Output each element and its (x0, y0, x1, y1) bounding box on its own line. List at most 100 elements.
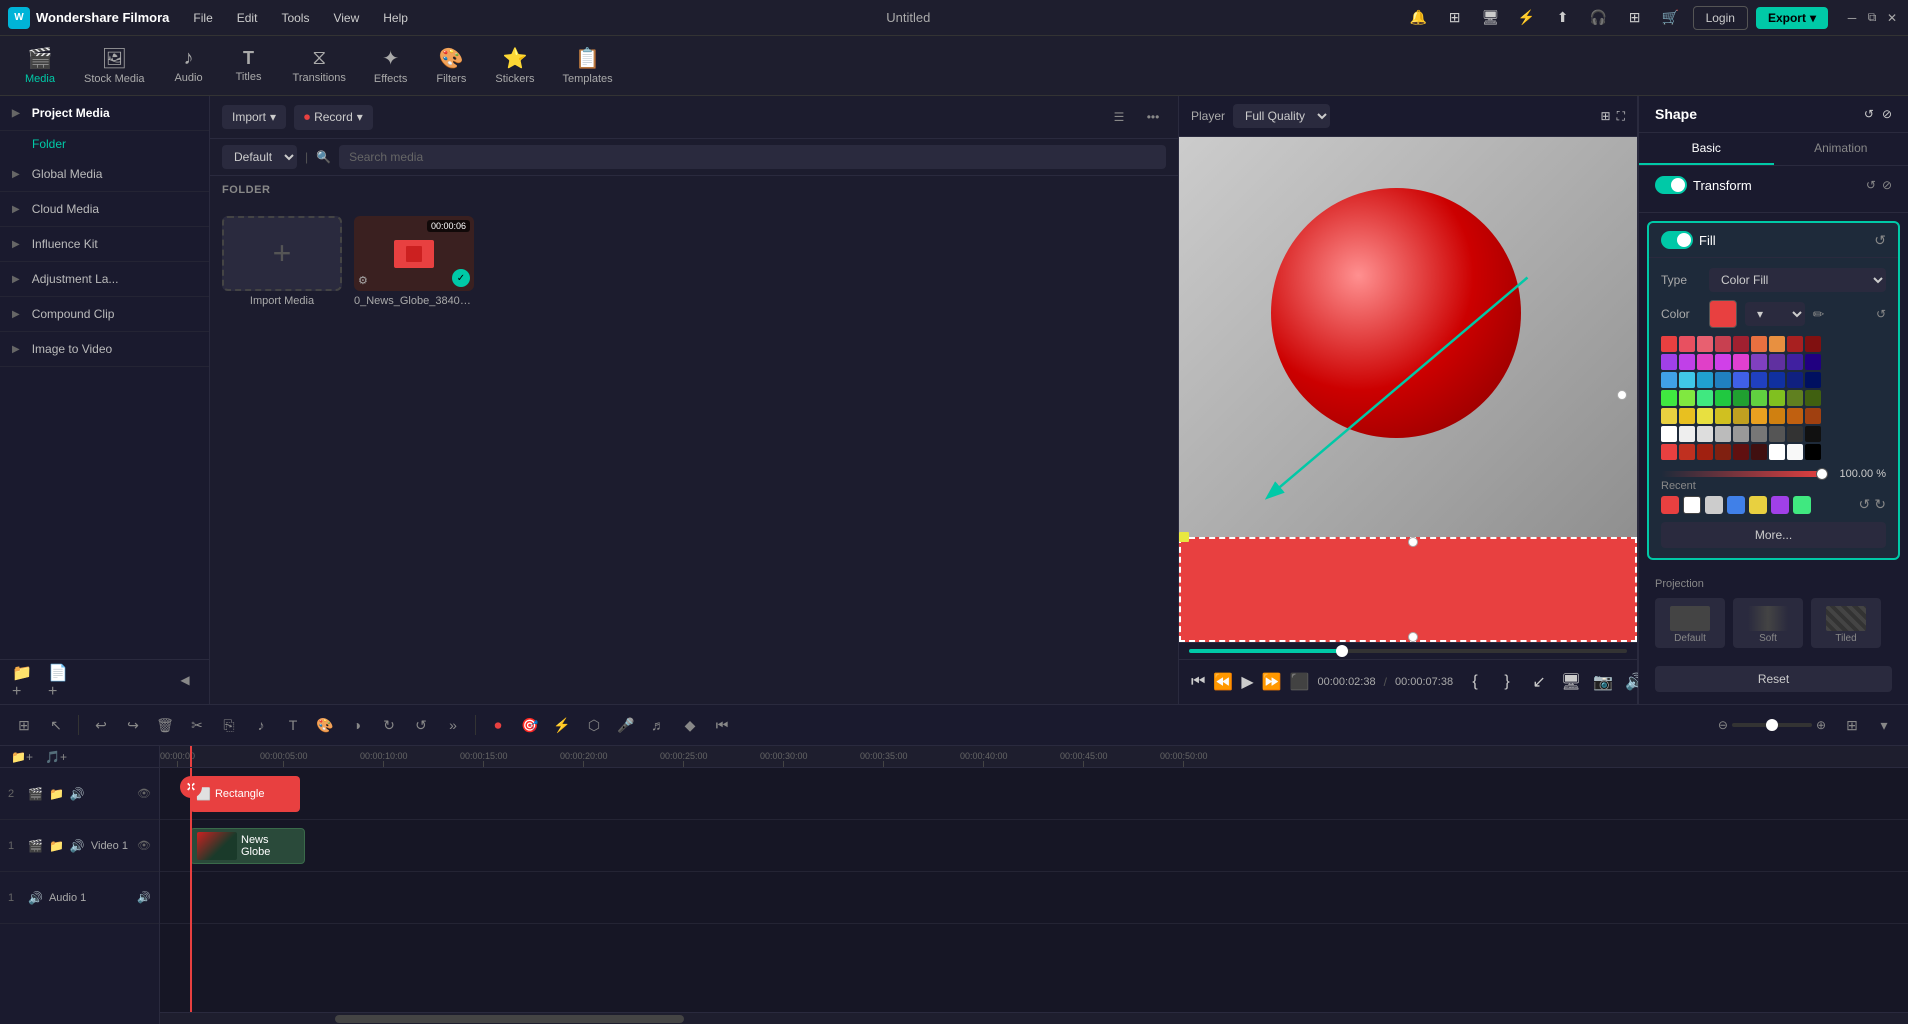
menu-tools[interactable]: Tools (277, 9, 313, 27)
zoom-thumb[interactable] (1766, 719, 1778, 731)
color-cell[interactable] (1805, 354, 1821, 370)
import-button[interactable]: Import ▾ (222, 105, 286, 129)
recent-cell[interactable] (1683, 496, 1701, 514)
undo-button[interactable]: ↩ (87, 711, 115, 739)
color-cell[interactable] (1751, 372, 1767, 388)
tool-stickers[interactable]: ⭐ Stickers (483, 40, 546, 91)
minimize-button[interactable]: ─ (1844, 10, 1860, 26)
upload-icon[interactable]: ⬆ (1549, 4, 1577, 32)
menu-help[interactable]: Help (379, 9, 412, 27)
color-cell[interactable] (1769, 354, 1785, 370)
motion-icon[interactable]: 🎯 (516, 711, 544, 739)
menu-edit[interactable]: Edit (233, 9, 262, 27)
copy-button[interactable]: ⎘ (215, 711, 243, 739)
recent-cell[interactable] (1705, 496, 1723, 514)
color-cell[interactable] (1661, 390, 1677, 406)
color-cell[interactable] (1787, 372, 1803, 388)
opacity-bar[interactable] (1661, 471, 1828, 477)
color-tool-icon[interactable]: 🎨 (311, 711, 339, 739)
recent-cell[interactable] (1727, 496, 1745, 514)
projection-soft[interactable]: Soft (1733, 598, 1803, 648)
cut-button[interactable]: ✂ (183, 711, 211, 739)
more-options-icon[interactable]: ••• (1140, 104, 1166, 130)
color-cell[interactable] (1679, 390, 1695, 406)
color-cell[interactable] (1805, 390, 1821, 406)
stabilize-icon[interactable]: ⬡ (580, 711, 608, 739)
import-media-item[interactable]: + Import Media (222, 216, 342, 692)
projection-tiled[interactable]: Tiled (1811, 598, 1881, 648)
voice-icon[interactable]: 🎤 (612, 711, 640, 739)
keyframe-icon[interactable]: ◆ (676, 711, 704, 739)
color-cell[interactable] (1661, 354, 1677, 370)
tool-filters[interactable]: 🎨 Filters (423, 40, 479, 91)
snapshot-button[interactable]: 📷 (1589, 668, 1617, 696)
color-cell[interactable] (1787, 444, 1803, 460)
transform-options-icon[interactable]: ⊘ (1882, 178, 1892, 192)
layout-dropdown-icon[interactable]: ▾ (1870, 711, 1898, 739)
color-cell[interactable] (1769, 408, 1785, 424)
import-thumb[interactable]: + (222, 216, 342, 291)
color-cell[interactable] (1679, 444, 1695, 460)
color-cell[interactable] (1733, 354, 1749, 370)
add-track-icon[interactable]: 📁+ (8, 746, 36, 771)
transform-reset-icon[interactable]: ↺ (1866, 178, 1876, 192)
color-cell[interactable] (1733, 390, 1749, 406)
color-cell[interactable] (1715, 444, 1731, 460)
export-button[interactable]: Export ▾ (1756, 7, 1828, 29)
close-panel-icon[interactable]: ⊘ (1882, 107, 1892, 121)
color-cell[interactable] (1733, 408, 1749, 424)
grid-icon[interactable]: ⊞ (1441, 4, 1469, 32)
sidebar-item-project-media[interactable]: ▶ Project Media (0, 96, 209, 131)
color-select[interactable]: ▾ (1745, 302, 1805, 326)
more-button[interactable]: More... (1661, 522, 1886, 548)
add-audio-track-icon[interactable]: 🎵+ (42, 746, 70, 771)
step-back-button[interactable]: ⏪ (1213, 668, 1233, 696)
track-1-eye-icon[interactable]: 👁 (137, 839, 151, 852)
rotate-ccw-icon[interactable]: ↺ (407, 711, 435, 739)
color-cell[interactable] (1715, 372, 1731, 388)
timeline-scrollbar-thumb[interactable] (335, 1015, 685, 1023)
color-cell[interactable] (1787, 426, 1803, 442)
recent-cell[interactable] (1793, 496, 1811, 514)
color-cell[interactable] (1769, 372, 1785, 388)
search-input[interactable] (339, 145, 1166, 169)
audio-tool-icon[interactable]: ♪ (247, 711, 275, 739)
color-cell[interactable] (1787, 408, 1803, 424)
track-eye-icon[interactable]: 👁 (137, 787, 151, 800)
menu-file[interactable]: File (189, 9, 216, 27)
recent-reset-icon[interactable]: ↺ (1859, 496, 1871, 514)
color-cell[interactable] (1805, 336, 1821, 352)
login-button[interactable]: Login (1693, 6, 1748, 30)
tool-audio[interactable]: ♪ Audio (161, 41, 217, 90)
grid-view-icon[interactable]: ⊞ (1601, 109, 1611, 124)
insert-button[interactable]: ↙ (1525, 668, 1553, 696)
color-cell[interactable] (1751, 336, 1767, 352)
rotate-cw-icon[interactable]: ↻ (375, 711, 403, 739)
recent-cell[interactable] (1749, 496, 1767, 514)
color-cell[interactable] (1661, 372, 1677, 388)
color-cell[interactable] (1751, 390, 1767, 406)
export-dropdown-icon[interactable]: ▾ (1810, 11, 1816, 25)
sort-select[interactable]: Default (222, 145, 297, 169)
select-tool-icon[interactable]: ↖ (42, 711, 70, 739)
color-cell[interactable] (1715, 390, 1731, 406)
color-cell[interactable] (1661, 408, 1677, 424)
fullscreen-icon[interactable]: ⛶ (1617, 109, 1625, 124)
color-cell[interactable] (1733, 426, 1749, 442)
record-button[interactable]: ⏺ Record ▾ (294, 105, 373, 130)
color-cell[interactable] (1715, 354, 1731, 370)
close-button[interactable]: ✕ (1884, 10, 1900, 26)
cart-icon[interactable]: 🛒 (1657, 4, 1685, 32)
tool-effects[interactable]: ✦ Effects (362, 40, 419, 91)
recent-cell[interactable] (1661, 496, 1679, 514)
color-cell[interactable] (1805, 444, 1821, 460)
color-cell[interactable] (1715, 408, 1731, 424)
color-cell[interactable] (1733, 444, 1749, 460)
audio-1-mute-icon[interactable]: 🔊 (137, 891, 151, 904)
tool-transitions[interactable]: ⧖ Transitions (281, 41, 358, 90)
reset-button[interactable]: Reset (1655, 666, 1892, 692)
sidebar-item-influence-kit[interactable]: ▶ Influence Kit (0, 227, 209, 262)
rectangle-clip[interactable]: ⬜ Rectangle (190, 776, 300, 812)
timeline-ruler[interactable]: 00:00:00 00:00:05:00 00:00:10:00 00:00:1… (160, 746, 1908, 768)
record-icon[interactable]: ⏺ (484, 711, 512, 739)
